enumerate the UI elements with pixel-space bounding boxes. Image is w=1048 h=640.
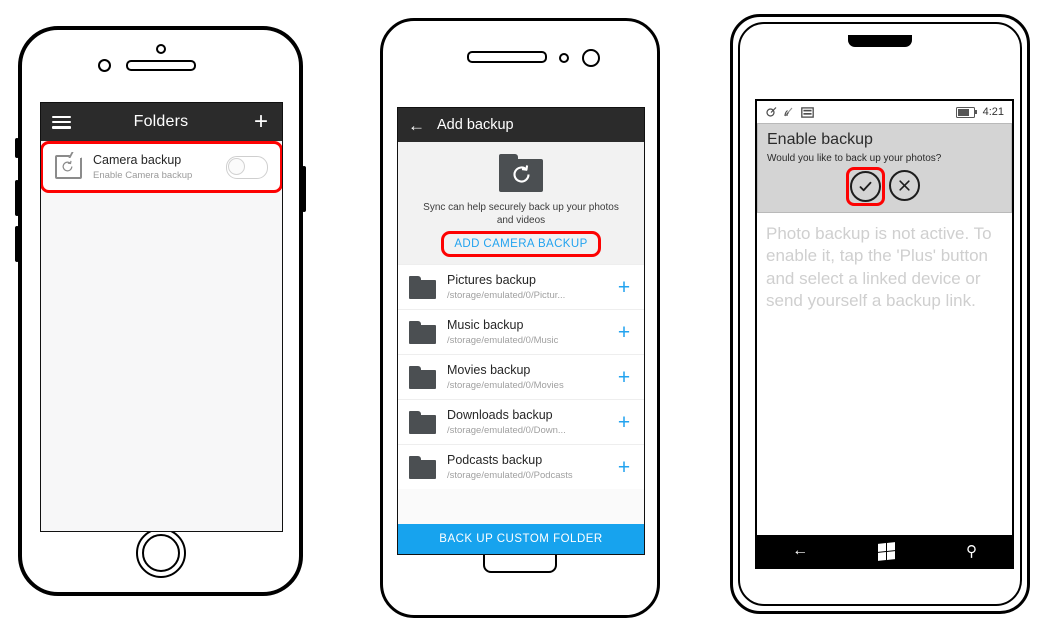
windows-logo-icon[interactable] xyxy=(878,541,896,561)
windows-speaker-icon xyxy=(848,35,912,47)
ios-mute-switch[interactable] xyxy=(15,138,19,158)
signal-icon xyxy=(784,107,793,117)
folder-icon xyxy=(409,320,436,344)
hero-description: Sync can help securely back up your phot… xyxy=(423,202,619,226)
list-item[interactable]: Downloads backup /storage/emulated/0/Dow… xyxy=(398,399,644,445)
phone-ios-frame: Folders + Camera backup Enable Camera ba… xyxy=(15,26,306,596)
folder-path: /storage/emulated/0/Movies xyxy=(447,379,564,391)
hamburger-icon[interactable] xyxy=(52,115,71,129)
plus-icon[interactable]: + xyxy=(251,110,271,134)
ios-front-camera-icon xyxy=(98,59,111,72)
plus-icon[interactable]: + xyxy=(615,412,633,433)
phone-windows-frame: 4:21 Enable backup Would you like to bac… xyxy=(730,14,1030,614)
folder-name: Pictures backup xyxy=(447,273,536,287)
roaming-icon xyxy=(766,107,777,117)
folder-path: /storage/emulated/0/Pictur... xyxy=(447,289,566,301)
ios-sensor-icon xyxy=(155,44,166,54)
enable-backup-dialog: Enable backup Would you like to back up … xyxy=(757,123,1012,213)
list-item[interactable]: Music backup /storage/emulated/0/Music + xyxy=(398,309,644,355)
back-arrow-icon[interactable]: ← xyxy=(408,117,425,134)
accept-highlight xyxy=(846,167,885,206)
plus-icon[interactable]: + xyxy=(615,367,633,388)
folder-path: /storage/emulated/0/Podcasts xyxy=(447,469,573,481)
back-arrow-icon[interactable]: ← xyxy=(792,543,808,559)
list-item-subtitle: Enable Camera backup xyxy=(93,169,193,181)
folder-path: /storage/emulated/0/Music xyxy=(447,334,559,346)
search-icon[interactable]: ⚲ xyxy=(966,543,977,560)
android-speaker-icon xyxy=(467,51,547,63)
plus-icon[interactable]: + xyxy=(615,322,633,343)
plus-icon[interactable]: + xyxy=(615,457,633,478)
ios-speaker-icon xyxy=(125,60,196,71)
back-up-custom-folder-button[interactable]: BACK UP CUSTOM FOLDER xyxy=(398,524,644,554)
folder-icon xyxy=(409,410,436,434)
folders-appbar: Folders + xyxy=(41,103,282,141)
plus-icon[interactable]: + xyxy=(615,277,633,298)
page-title: Folders xyxy=(133,113,189,130)
windows-nav-bar: ← ⚲ xyxy=(757,535,1012,567)
windows-screen: 4:21 Enable backup Would you like to bac… xyxy=(755,99,1014,569)
dialog-message: Would you like to back up your photos? xyxy=(767,153,942,164)
check-circle-icon[interactable] xyxy=(850,171,881,202)
ios-home-button[interactable] xyxy=(135,528,186,578)
folder-path: /storage/emulated/0/Down... xyxy=(447,424,566,436)
folder-name: Downloads backup xyxy=(447,408,553,423)
status-bar: 4:21 xyxy=(757,101,1012,123)
battery-icon xyxy=(955,106,978,118)
list-item-title: Camera backup xyxy=(93,153,182,167)
list-item-camera-backup[interactable]: Camera backup Enable Camera backup xyxy=(41,140,282,194)
folder-icon xyxy=(409,365,436,389)
backup-status-text: Photo backup is not active. To enable it… xyxy=(766,224,992,311)
android-front-camera-icon xyxy=(582,49,600,67)
camera-backup-toggle[interactable] xyxy=(226,155,268,179)
add-camera-backup-button[interactable]: ADD CAMERA BACKUP xyxy=(441,231,601,257)
android-screen: ← Add backup Sync can help securely back… xyxy=(397,107,645,555)
folder-icon xyxy=(409,275,436,299)
screenshot-stage: Folders + Camera backup Enable Camera ba… xyxy=(0,0,1048,640)
folder-sync-filled-icon xyxy=(499,154,543,192)
page-title: Add backup xyxy=(437,117,514,133)
sim-card-icon xyxy=(801,106,814,118)
folder-list: Pictures backup /storage/emulated/0/Pict… xyxy=(398,264,644,490)
hero-section: Sync can help securely back up your phot… xyxy=(398,142,644,264)
close-circle-icon[interactable] xyxy=(889,170,920,201)
list-item[interactable]: Movies backup /storage/emulated/0/Movies… xyxy=(398,354,644,400)
ios-volume-up-button[interactable] xyxy=(15,180,19,216)
ios-screen: Folders + Camera backup Enable Camera ba… xyxy=(40,102,283,532)
dialog-title: Enable backup xyxy=(767,131,873,148)
list-item[interactable]: Pictures backup /storage/emulated/0/Pict… xyxy=(398,264,644,310)
android-sensor-icon xyxy=(559,53,569,63)
phone-android-frame: ← Add backup Sync can help securely back… xyxy=(380,18,660,618)
ios-power-button[interactable] xyxy=(302,166,306,212)
folder-name: Podcasts backup xyxy=(447,453,543,468)
folder-name: Music backup xyxy=(447,318,524,333)
folder-sync-icon xyxy=(55,152,85,179)
add-backup-appbar: ← Add backup xyxy=(398,108,644,142)
folder-icon xyxy=(409,455,436,479)
clock: 4:21 xyxy=(982,106,1004,118)
ios-volume-down-button[interactable] xyxy=(15,226,19,262)
folder-name: Movies backup xyxy=(447,363,531,378)
list-item[interactable]: Podcasts backup /storage/emulated/0/Podc… xyxy=(398,444,644,490)
